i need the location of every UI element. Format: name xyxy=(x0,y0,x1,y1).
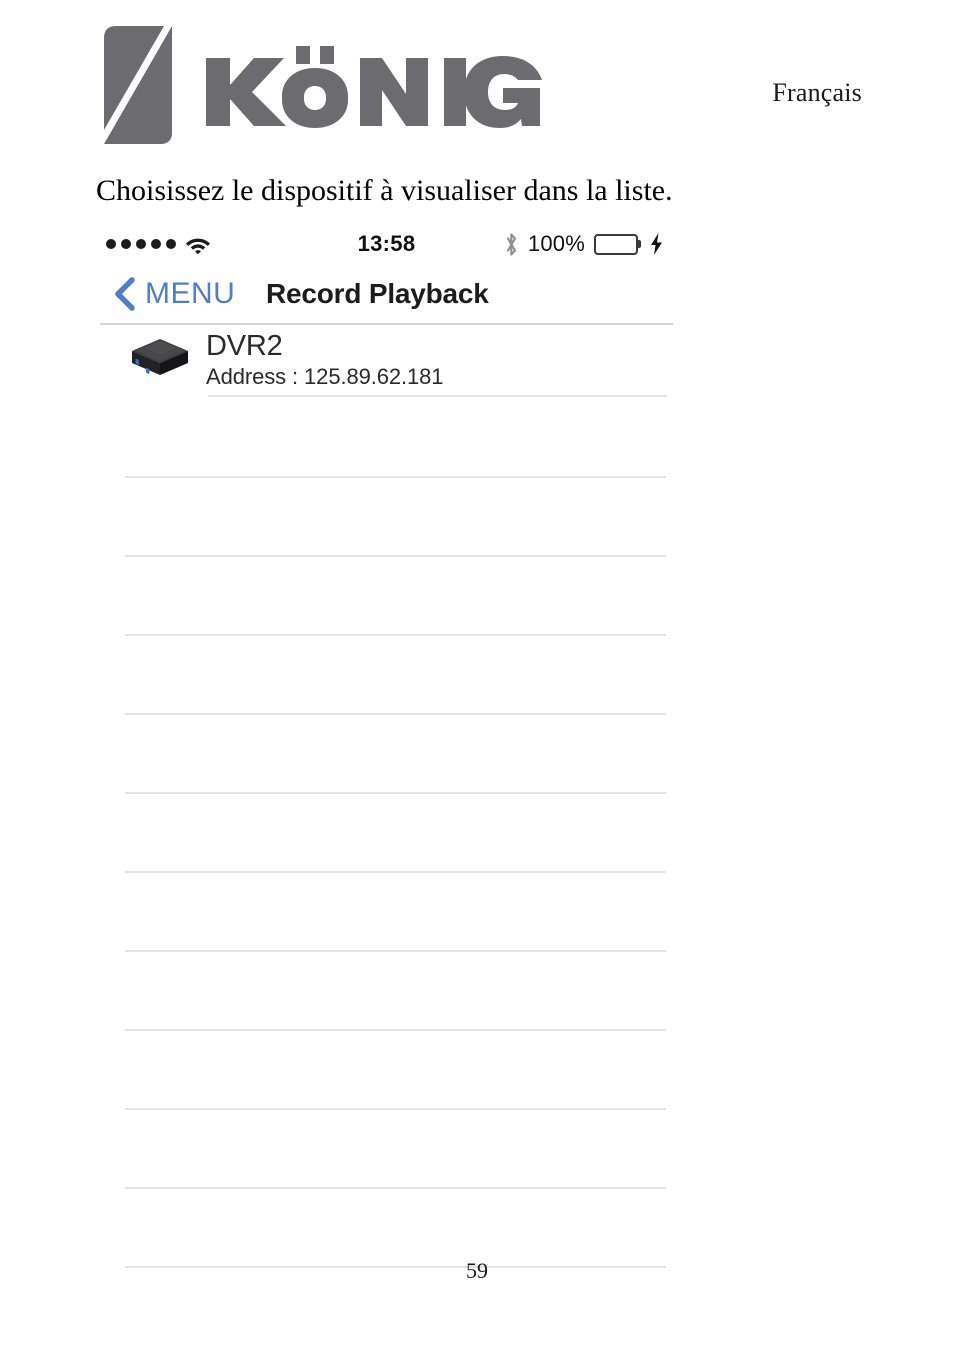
konig-logo-mark-icon xyxy=(96,24,180,146)
instruction-text: Choisissez le dispositif à visualiser da… xyxy=(96,174,673,207)
device-address: Address : 125.89.62.181 xyxy=(206,364,444,389)
nav-title: Record Playback xyxy=(266,277,489,309)
device-info: DVR2 Address : 125.89.62.181 xyxy=(206,330,444,390)
page-number: 59 xyxy=(466,1258,488,1283)
language-label: Français xyxy=(772,78,862,107)
bluetooth-icon xyxy=(504,232,519,257)
battery-icon xyxy=(594,233,641,255)
navigation-bar: MENU Record Playback xyxy=(100,264,673,325)
list-item-empty[interactable] xyxy=(100,1110,673,1187)
back-button-label: MENU xyxy=(145,276,236,310)
lightning-bolt-icon xyxy=(647,233,663,255)
list-item-empty[interactable] xyxy=(100,1031,673,1108)
list-item-empty[interactable] xyxy=(100,873,673,950)
list-item-empty[interactable] xyxy=(100,636,673,713)
device-list-item-dvr2[interactable]: DVR2 Address : 125.89.62.181 xyxy=(100,325,673,395)
list-item-empty[interactable] xyxy=(100,794,673,871)
list-item-empty[interactable] xyxy=(100,557,673,634)
phone-screenshot: 13:58 100% MENU Record Playback DVR2 Add… xyxy=(100,224,673,1268)
list-item-empty[interactable] xyxy=(100,478,673,555)
battery-percent-label: 100% xyxy=(527,231,585,256)
list-item-empty[interactable] xyxy=(100,715,673,792)
dvr-device-icon xyxy=(126,335,194,385)
list-item-empty[interactable] xyxy=(100,397,673,476)
status-bar: 13:58 100% xyxy=(100,224,673,264)
back-button[interactable]: MENU xyxy=(114,264,235,323)
konig-logo xyxy=(96,22,544,148)
status-bar-right: 100% xyxy=(504,224,663,264)
page-header: Français xyxy=(96,22,862,154)
device-name: DVR2 xyxy=(206,330,283,362)
device-list: DVR2 Address : 125.89.62.181 xyxy=(100,325,673,1268)
chevron-left-icon xyxy=(114,276,136,311)
list-item-empty[interactable] xyxy=(100,1189,673,1266)
list-item-empty[interactable] xyxy=(100,952,673,1029)
konig-wordmark xyxy=(204,24,544,146)
